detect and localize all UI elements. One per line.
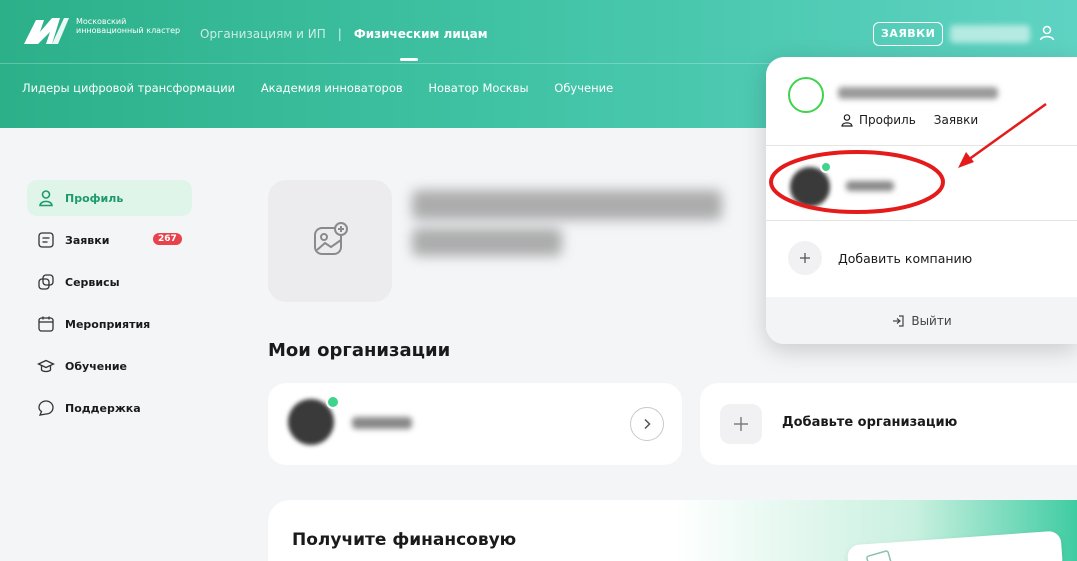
sidebar-item-requests[interactable]: Заявки 267 bbox=[27, 222, 192, 258]
nav-organizations[interactable]: Организациям и ИП bbox=[200, 27, 326, 41]
add-photo-icon bbox=[314, 222, 348, 255]
finance-mini-card bbox=[846, 530, 1064, 561]
logout-label: Выйти bbox=[911, 313, 952, 328]
top-nav-bar: Московский инновационный кластер Организ… bbox=[0, 0, 1077, 64]
chevron-right-icon[interactable] bbox=[630, 407, 664, 441]
user-icon bbox=[37, 189, 55, 207]
sidebar-item-education[interactable]: Обучение bbox=[27, 348, 192, 384]
organization-card[interactable] bbox=[268, 383, 682, 465]
divider bbox=[766, 220, 1077, 221]
logo-text: Московский инновационный кластер bbox=[76, 17, 181, 35]
requests-link[interactable]: Заявки bbox=[934, 113, 978, 127]
user-avatar bbox=[788, 77, 824, 113]
sub-nav-item[interactable]: Академия инноваторов bbox=[261, 81, 403, 95]
online-status-dot bbox=[326, 395, 340, 409]
active-nav-indicator bbox=[400, 58, 418, 61]
user-name-blurred[interactable] bbox=[950, 25, 1030, 43]
support-icon bbox=[37, 399, 55, 417]
sidebar: Профиль Заявки 267 Сервисы Мероприятия О… bbox=[27, 180, 192, 432]
online-status-dot bbox=[820, 161, 832, 173]
calendar-icon bbox=[37, 315, 55, 333]
sidebar-item-label: Сервисы bbox=[65, 275, 120, 289]
logout-icon bbox=[893, 314, 904, 327]
sidebar-item-profile[interactable]: Профиль bbox=[27, 180, 192, 216]
finance-promo-card[interactable]: Получите финансовую bbox=[268, 500, 1077, 561]
plus-icon bbox=[720, 404, 762, 444]
services-icon bbox=[37, 273, 55, 291]
user-icon bbox=[841, 114, 853, 127]
dropdown-organization-logo[interactable] bbox=[790, 167, 830, 207]
sub-nav: Лидеры цифровой трансформации Академия и… bbox=[22, 81, 635, 95]
sidebar-item-support[interactable]: Поддержка bbox=[27, 390, 192, 426]
user-links: Профиль Заявки bbox=[840, 113, 996, 127]
user-icon[interactable] bbox=[1038, 24, 1056, 42]
mik-logo-icon[interactable] bbox=[22, 14, 70, 48]
finance-title: Получите финансовую bbox=[292, 530, 517, 550]
requests-count-badge: 267 bbox=[153, 233, 182, 245]
add-organization-card[interactable]: Добавьте организацию bbox=[700, 383, 1077, 465]
sidebar-item-label: Поддержка bbox=[65, 401, 141, 415]
sidebar-item-label: Профиль bbox=[65, 191, 124, 205]
profile-avatar-upload[interactable] bbox=[268, 180, 392, 302]
nav-separator: | bbox=[337, 27, 342, 41]
logout-button[interactable]: Выйти bbox=[766, 297, 1077, 344]
sub-nav-item[interactable]: Обучение bbox=[554, 81, 613, 95]
add-company-label: Добавить компанию bbox=[838, 250, 973, 266]
profile-link-label: Профиль bbox=[859, 113, 916, 127]
organization-name-blurred bbox=[352, 417, 412, 429]
add-company-button[interactable]: Добавить компанию bbox=[788, 241, 972, 275]
my-organizations-title: Мои организации bbox=[268, 340, 451, 361]
sub-nav-item[interactable]: Лидеры цифровой трансформации bbox=[22, 81, 235, 95]
sidebar-item-services[interactable]: Сервисы bbox=[27, 264, 192, 300]
sidebar-item-label: Мероприятия bbox=[65, 317, 151, 331]
add-organization-label: Добавьте организацию bbox=[782, 415, 958, 430]
audience-nav: Организациям и ИП | Физическим лицам bbox=[200, 27, 488, 41]
graduation-icon bbox=[37, 357, 55, 375]
requests-button[interactable]: ЗАЯВКИ bbox=[873, 22, 944, 46]
divider bbox=[766, 145, 1077, 146]
sidebar-item-events[interactable]: Мероприятия bbox=[27, 306, 192, 342]
profile-name-blurred bbox=[412, 190, 722, 220]
profile-link[interactable]: Профиль bbox=[840, 113, 916, 127]
nav-individuals[interactable]: Физическим лицам bbox=[354, 27, 488, 41]
sidebar-item-label: Обучение bbox=[65, 359, 127, 373]
user-dropdown-menu: Профиль Заявки Добавить компанию Выйти bbox=[766, 57, 1077, 344]
profile-surname-blurred bbox=[412, 228, 562, 256]
plus-icon bbox=[788, 241, 822, 275]
sidebar-item-label: Заявки bbox=[65, 233, 110, 247]
document-icon bbox=[37, 231, 55, 249]
sub-nav-item[interactable]: Новатор Москвы bbox=[428, 81, 528, 95]
user-fullname-blurred bbox=[838, 87, 998, 99]
money-icon bbox=[866, 550, 892, 561]
dropdown-organization-name-blurred[interactable] bbox=[846, 181, 894, 191]
